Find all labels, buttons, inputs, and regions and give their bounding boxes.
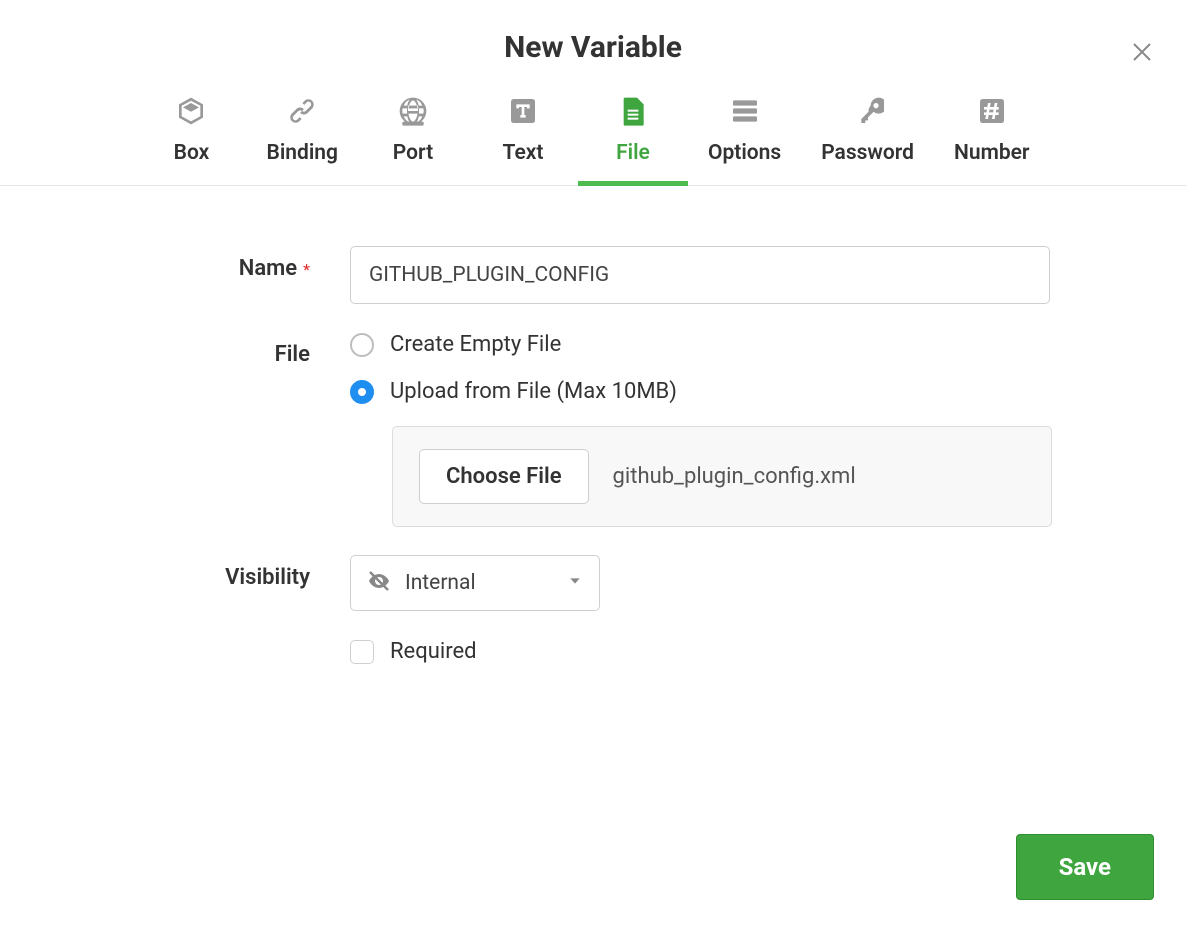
text-icon	[507, 95, 539, 127]
tab-label: Binding	[266, 141, 337, 165]
required-checkbox-label: Required	[390, 639, 477, 664]
file-upload-box: Choose File github_plugin_config.xml	[392, 426, 1052, 527]
hash-icon	[976, 95, 1008, 127]
tab-text[interactable]: Text	[468, 85, 578, 185]
globe-icon	[397, 95, 429, 127]
link-icon	[286, 95, 318, 127]
key-icon	[852, 95, 884, 127]
variable-type-tabs: Box Binding Port Text File	[0, 85, 1186, 186]
box-icon	[175, 95, 207, 127]
radio-upload-file[interactable]: Upload from File (Max 10MB)	[350, 379, 1066, 404]
radio-icon	[350, 333, 374, 357]
tab-number[interactable]: Number	[934, 85, 1050, 185]
tab-label: Box	[174, 141, 210, 165]
visibility-label: Visibility	[225, 565, 310, 590]
tab-label: Password	[821, 141, 914, 165]
radio-label: Create Empty File	[390, 332, 561, 357]
visibility-value: Internal	[405, 571, 553, 595]
eye-off-icon	[367, 569, 391, 597]
save-button[interactable]: Save	[1016, 834, 1154, 900]
choose-file-button[interactable]: Choose File	[419, 449, 589, 504]
dialog-title: New Variable	[0, 30, 1186, 65]
file-label: File	[275, 342, 310, 367]
tab-options[interactable]: Options	[688, 85, 801, 185]
tab-label: Number	[954, 141, 1030, 165]
radio-label: Upload from File (Max 10MB)	[390, 379, 677, 404]
tab-label: Port	[393, 141, 433, 165]
uploaded-file-name: github_plugin_config.xml	[613, 464, 856, 489]
visibility-select[interactable]: Internal	[350, 555, 600, 611]
file-icon	[617, 95, 649, 127]
tab-file[interactable]: File	[578, 85, 688, 185]
radio-create-empty[interactable]: Create Empty File	[350, 332, 1066, 357]
close-icon	[1130, 40, 1154, 68]
tab-password[interactable]: Password	[801, 85, 934, 185]
close-button[interactable]	[1126, 38, 1158, 70]
options-icon	[729, 95, 761, 127]
tab-label: Options	[708, 141, 781, 165]
tab-label: File	[616, 141, 650, 165]
tab-label: Text	[503, 141, 544, 165]
required-asterisk: *	[303, 260, 310, 279]
name-label: Name	[239, 256, 297, 281]
required-checkbox[interactable]	[350, 640, 374, 664]
tab-binding[interactable]: Binding	[246, 85, 357, 185]
radio-icon	[350, 380, 374, 404]
tab-box[interactable]: Box	[136, 85, 246, 185]
tab-port[interactable]: Port	[358, 85, 468, 185]
name-input[interactable]	[350, 246, 1050, 304]
caret-down-icon	[567, 573, 583, 593]
